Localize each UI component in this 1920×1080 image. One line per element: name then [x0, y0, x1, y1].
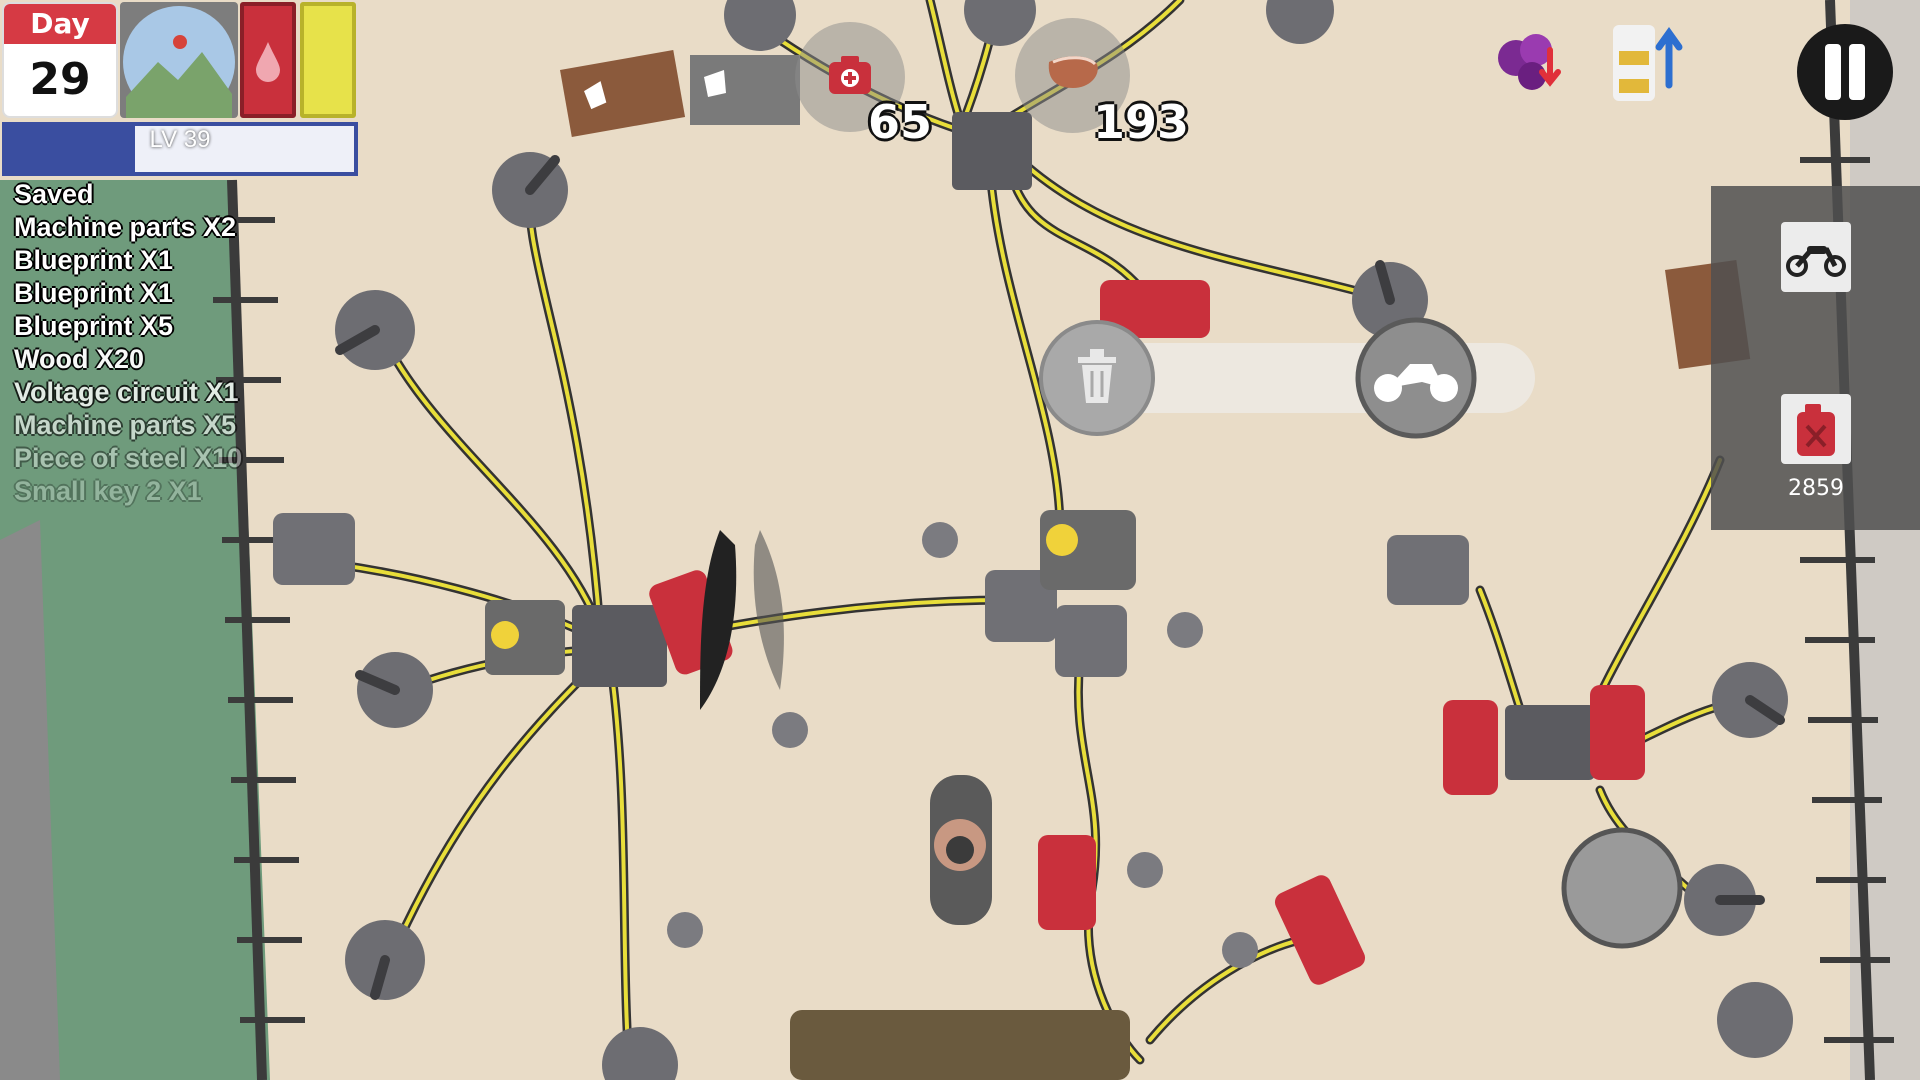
medkit-count: 65 — [868, 95, 933, 149]
log-entry: Voltage circuit X1 — [14, 377, 239, 407]
level-bar: LV 39 — [2, 122, 358, 176]
day-counter: Day 29 — [2, 2, 118, 118]
berries-decrease-icon[interactable] — [1488, 20, 1568, 100]
log-entry: Saved — [14, 179, 94, 209]
wreckage — [790, 1010, 1130, 1080]
log-entry: Machine parts X5 — [14, 410, 237, 440]
vehicle-inventory-panel: 2859 — [1711, 186, 1920, 530]
resource-increase-icon[interactable] — [1605, 15, 1685, 105]
meat-icon — [1048, 56, 1098, 88]
log-entry: Machine parts X2 — [14, 212, 237, 242]
trash-icon — [1078, 349, 1116, 403]
log-entry: Wood X20 — [14, 344, 145, 374]
motorcycle-slot-icon — [1786, 246, 1846, 277]
player-on-motorcycle[interactable] — [930, 775, 992, 925]
level-label: LV 39 — [149, 126, 211, 153]
sun-landscape-icon — [123, 6, 235, 118]
metal-crate[interactable] — [690, 55, 800, 125]
log-entry: Blueprint X1 — [14, 278, 174, 308]
blood-drop-icon — [256, 42, 280, 82]
fuel-count: 2859 — [1788, 476, 1844, 501]
health-gauge — [240, 2, 296, 118]
fuel-slot[interactable] — [1781, 394, 1851, 464]
energy-gauge — [300, 2, 356, 118]
log-entry: Blueprint X1 — [14, 245, 174, 275]
motorcycle-icon — [1374, 364, 1458, 402]
day-number: 29 — [29, 54, 91, 105]
fuel-can-icon — [1797, 404, 1835, 456]
action-ring[interactable] — [1561, 827, 1683, 949]
log-entry: Piece of steel X10 — [14, 443, 243, 473]
food-count: 193 — [1093, 95, 1190, 149]
medkit-icon — [829, 56, 871, 94]
log-entry: Small key 2 X1 — [14, 476, 202, 506]
day-label: Day — [4, 4, 116, 44]
loot-log: Saved Machine parts X2 Blueprint X1 Blue… — [14, 178, 242, 508]
pause-button[interactable] — [1797, 24, 1893, 120]
vehicle-slot[interactable] — [1781, 222, 1851, 292]
moon-icon — [313, 42, 334, 84]
pause-icon — [1825, 44, 1841, 100]
log-entry: Blueprint X5 — [14, 311, 174, 341]
time-of-day-indicator — [120, 2, 238, 118]
